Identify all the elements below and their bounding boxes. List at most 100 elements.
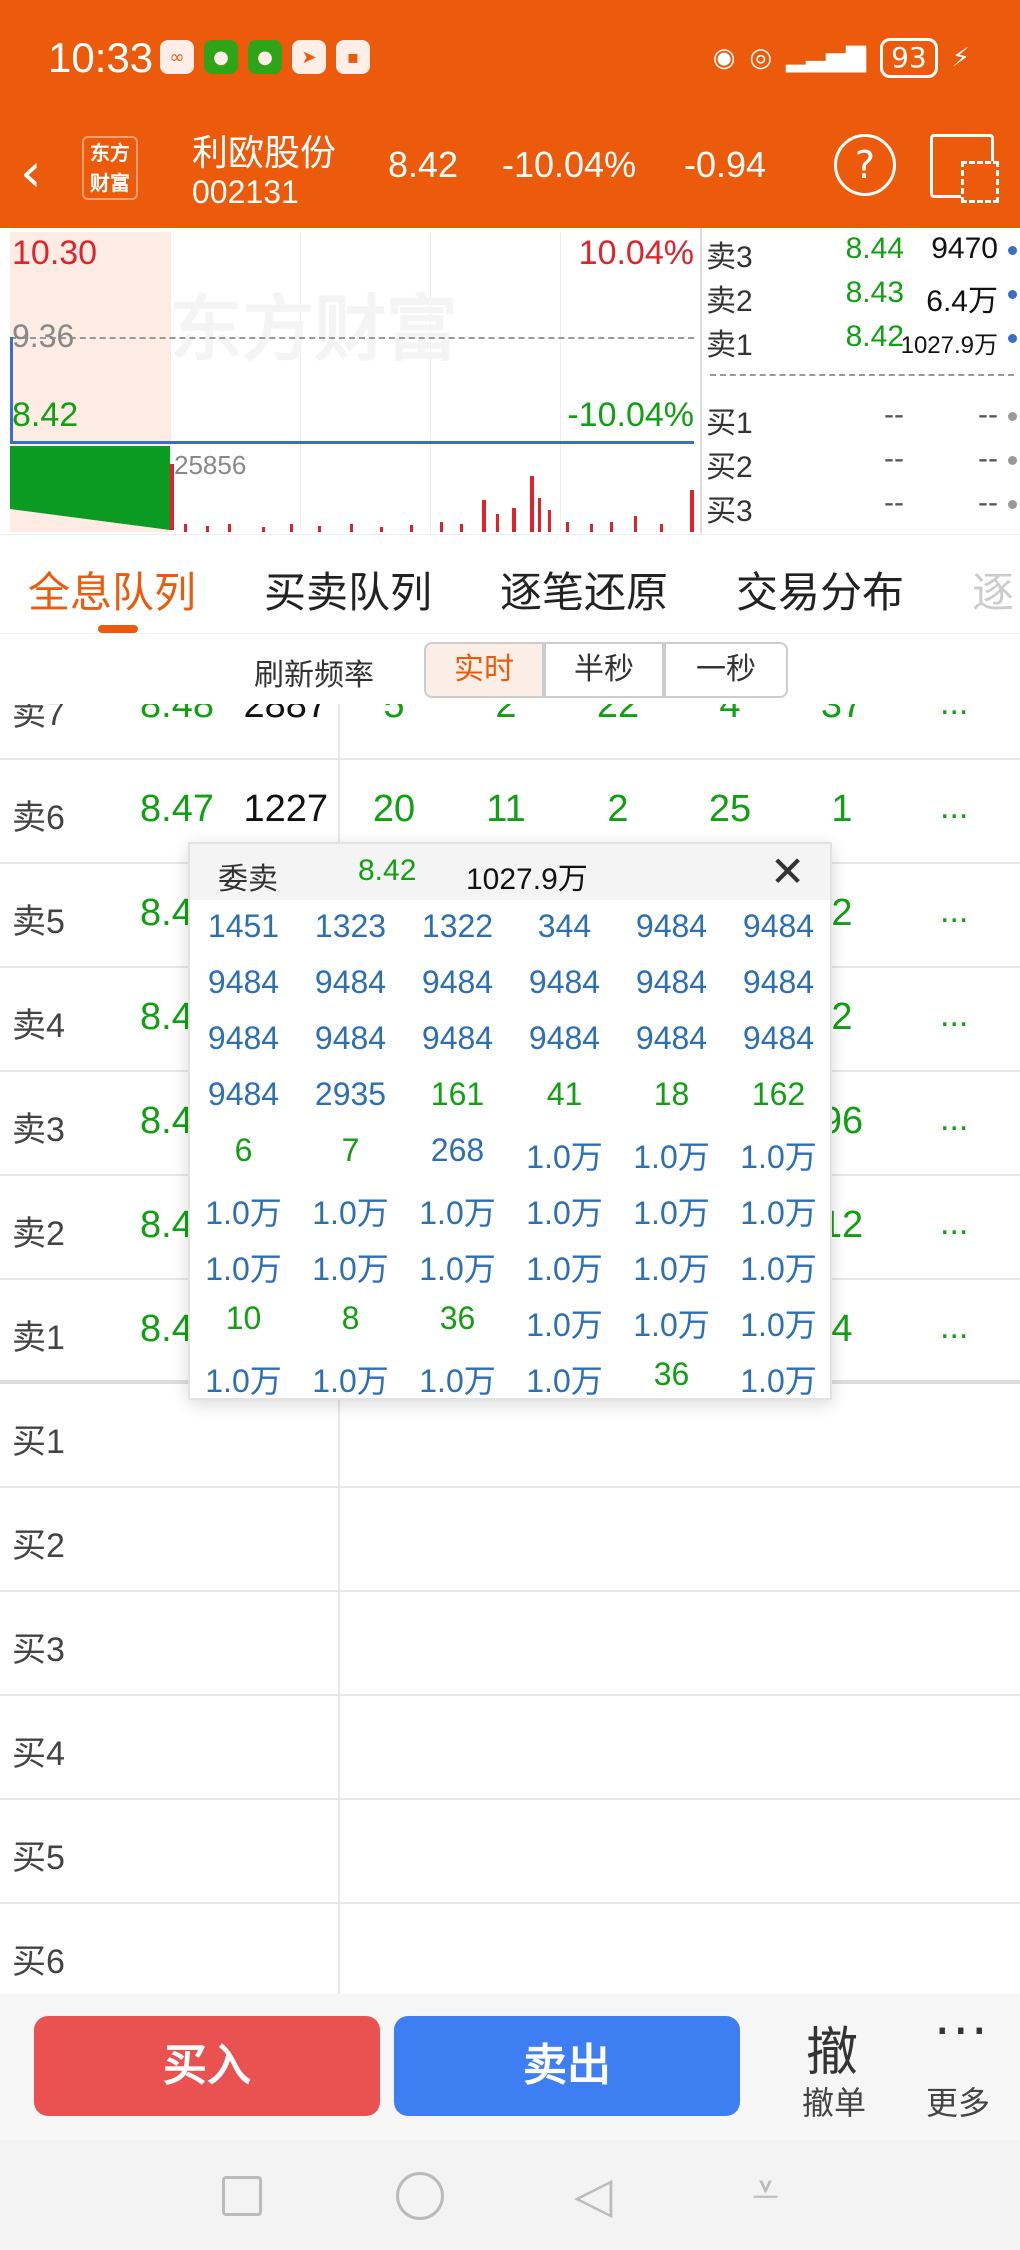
more-icon[interactable]: ··· — [934, 2002, 990, 2062]
buy-button[interactable]: 买入 — [34, 2016, 380, 2116]
popup-order-cell: 1.0万 — [526, 1139, 603, 1175]
popup-order-cell: 10 — [225, 1300, 262, 1336]
popup-order-cell: 1.0万 — [740, 1251, 817, 1287]
queue-order-cell: 2 — [495, 704, 517, 726]
popup-order-cell: 1.0万 — [740, 1139, 817, 1175]
queue-order-cell: 11 — [486, 788, 526, 830]
bid-volume: -- — [978, 398, 998, 431]
sell-button[interactable]: 卖出 — [394, 2016, 740, 2116]
popup-order-cell: 1.0万 — [526, 1195, 603, 1231]
cancel-order-button[interactable]: 撤单 — [802, 2078, 866, 2124]
popup-order-cell: 41 — [546, 1076, 583, 1112]
bid-row: 买3 -- -- — [702, 482, 1020, 528]
popup-order-cell: 9484 — [528, 1020, 601, 1056]
send-icon: ➤ — [292, 40, 326, 74]
bid-dot-icon — [1008, 456, 1017, 465]
more-button[interactable]: 更多 — [926, 2078, 990, 2124]
popup-order-cell: 162 — [751, 1076, 806, 1112]
bid-volume: -- — [978, 486, 998, 519]
refresh-realtime-option[interactable]: 实时 — [424, 642, 544, 698]
refresh-one-second-option[interactable]: 一秒 — [664, 642, 788, 698]
app-notification-icon: ▪ — [336, 40, 370, 74]
app-notification-icon: ∞ — [160, 40, 194, 74]
stock-change: -0.94 — [684, 144, 767, 185]
system-icons: ◉ ◎ ▂▃▅▇ 93 ⚡ — [713, 38, 970, 78]
layout-switch-button[interactable] — [930, 134, 999, 203]
queue-order-cell: 25 — [708, 788, 752, 830]
queue-order-cell: 22 — [596, 704, 640, 726]
ask-row: 卖1 8.42 1027.9万 — [702, 316, 1020, 362]
ask-volume: 1027.9万 — [900, 332, 998, 359]
queue-level-label: 买1 — [12, 1423, 65, 1461]
queue-more-icon: ... — [940, 704, 968, 723]
refresh-half-second-option[interactable]: 半秒 — [544, 642, 664, 698]
popup-order-cell: 6 — [234, 1132, 253, 1168]
popup-order-cell: 1.0万 — [205, 1195, 282, 1231]
app-root: 10:33 ∞ ● ● ➤ ▪ ◉ ◎ ▂▃▅▇ 93 ⚡ ‹ 东方 财富 利欧股… — [0, 0, 1020, 2250]
ask-volume: 9470 — [931, 232, 998, 265]
chart-prev-close: 9.36 — [12, 318, 75, 354]
ask-volume: 6.4万 — [926, 285, 998, 318]
popup-order-cell: 1.0万 — [740, 1195, 817, 1231]
queue-more-icon: ... — [940, 1204, 969, 1242]
popup-order-cell: 1323 — [314, 908, 387, 944]
intraday-chart[interactable]: 东方财富 10.30 9.36 8.42 10.04% -10.04% 2585… — [0, 228, 700, 534]
recent-apps-icon[interactable] — [222, 2176, 262, 2216]
popup-order-cell: 1451 — [207, 908, 280, 944]
chart-high-percent: 10.04% — [578, 234, 694, 272]
status-time: 10:33 — [48, 34, 154, 81]
back-icon[interactable]: ◁ — [574, 2166, 612, 2224]
close-icon[interactable]: ✕ — [770, 848, 805, 896]
queue-order-cell: 37 — [820, 704, 864, 726]
stock-price: 8.42 — [388, 144, 459, 185]
popup-order-cell: 9484 — [635, 1020, 708, 1056]
popup-order-cell: 1.0万 — [419, 1251, 496, 1287]
column-divider — [338, 1592, 340, 1696]
table-row[interactable]: 买6 — [0, 1904, 1020, 1994]
cancel-order-icon[interactable]: 撤 — [806, 2010, 858, 2085]
tab-more[interactable]: 逐 — [972, 559, 1014, 620]
popup-title: 委卖 — [218, 862, 278, 897]
ask-label: 卖2 — [706, 285, 753, 318]
popup-order-cell: 1.0万 — [633, 1139, 710, 1175]
table-row[interactable]: 买2 — [0, 1488, 1020, 1592]
popup-order-cell: 1.0万 — [526, 1307, 603, 1343]
queue-more-icon: ... — [940, 996, 969, 1034]
ask-dot-icon — [1008, 246, 1017, 255]
tab-trade-distribution[interactable]: 交易分布 — [736, 559, 904, 620]
column-divider — [338, 704, 340, 760]
tab-bid-ask-queue[interactable]: 买卖队列 — [264, 559, 432, 620]
tab-tick-replay[interactable]: 逐笔还原 — [500, 559, 668, 620]
bid-label: 买3 — [706, 495, 753, 528]
queue-order-cell: 4 — [719, 704, 741, 726]
popup-total: 1027.9万 — [466, 863, 588, 896]
home-icon[interactable] — [396, 2172, 444, 2220]
queue-level-label: 卖5 — [12, 903, 65, 941]
table-row[interactable]: 买5 — [0, 1800, 1020, 1904]
order-book[interactable]: 卖3 8.44 9470 卖2 8.43 6.4万 卖1 8.42 1027.9… — [700, 228, 1020, 534]
help-button[interactable]: ? — [834, 134, 896, 196]
table-row[interactable]: 卖78.4828875222437... — [0, 704, 1020, 760]
refresh-rate-bar: 刷新频率 实时 半秒 一秒 — [0, 634, 1020, 704]
table-row[interactable]: 买3 — [0, 1592, 1020, 1696]
bid-dot-icon — [1008, 412, 1017, 421]
popup-order-cell: 1.0万 — [633, 1251, 710, 1287]
queue-level-label: 买6 — [12, 1943, 65, 1981]
queue-order-cell: 2 — [607, 788, 629, 830]
queue-price: 8.48 — [140, 704, 214, 726]
table-row[interactable]: 买4 — [0, 1696, 1020, 1800]
popup-order-cell: 1.0万 — [312, 1363, 389, 1399]
popup-order-cell: 1322 — [421, 908, 494, 944]
tab-full-queue[interactable]: 全息队列 — [28, 559, 196, 620]
queue-level-label: 买4 — [12, 1735, 65, 1773]
wechat-icon: ● — [204, 40, 238, 74]
column-divider — [338, 1800, 340, 1904]
notification-pull-icon[interactable]: ⩡ — [752, 2162, 779, 2219]
back-button[interactable]: ‹ — [20, 140, 70, 206]
popup-order-cell: 9484 — [742, 908, 815, 944]
orderbook-divider — [710, 374, 1014, 376]
popup-order-cell: 9484 — [207, 964, 280, 1000]
popup-order-cell: 9484 — [742, 964, 815, 1000]
queue-level-label: 买2 — [12, 1527, 65, 1565]
queue-order-cell: 5 — [383, 704, 405, 726]
